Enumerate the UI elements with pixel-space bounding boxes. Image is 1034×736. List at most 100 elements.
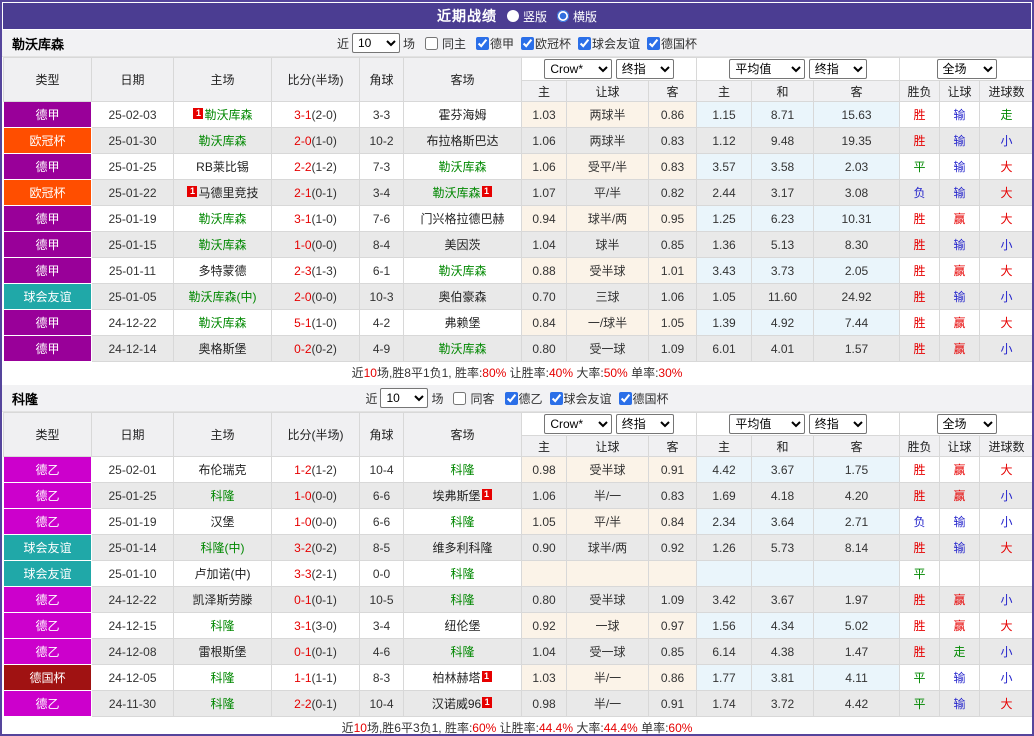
result-wdl: 平 — [900, 665, 940, 691]
radio-vertical[interactable]: 竖版 — [507, 8, 547, 25]
league-filter-checkbox[interactable] — [578, 37, 591, 50]
same-venue-label: 同客 — [470, 390, 494, 407]
home-team-cell: 勒沃库森 — [174, 206, 272, 232]
score-cell: 3-1(1-0) — [272, 206, 360, 232]
halftime-score: (0-1) — [312, 593, 337, 607]
sub-col-avg-draw: 和 — [752, 81, 814, 102]
league-badge: 欧冠杯 — [4, 128, 92, 154]
league-badge: 德乙 — [4, 483, 92, 509]
avg-home: 4.42 — [697, 457, 752, 483]
match-date: 25-01-30 — [92, 128, 174, 154]
sub-col-home-odds: 主 — [522, 436, 567, 457]
team-name: 布伦瑞克 — [198, 463, 246, 477]
corners: 0-0 — [360, 561, 404, 587]
odds-home: 0.88 — [522, 258, 567, 284]
results-table: 类型 日期 主场 比分(半场) 角球 客场 Crow* 终指 平均值 终指 — [3, 412, 1034, 717]
avg-away: 10.31 — [814, 206, 900, 232]
result-handicap: 输 — [940, 232, 980, 258]
score-cell: 1-2(1-2) — [272, 457, 360, 483]
score-cell: 0-1(0-1) — [272, 587, 360, 613]
league-filter-checkbox[interactable] — [505, 392, 518, 405]
avg-select[interactable]: 平均值 — [729, 414, 805, 434]
league-filter-label: 球会友谊 — [564, 390, 612, 407]
league-filter-checkbox[interactable] — [476, 37, 489, 50]
same-venue-checkbox[interactable] — [453, 392, 466, 405]
avg-away: 2.71 — [814, 509, 900, 535]
fulltime-score: 2-2 — [294, 697, 311, 711]
home-team-cell: 1马德里竞技 — [174, 180, 272, 206]
league-filter-checkbox[interactable] — [647, 37, 660, 50]
result-handicap: 走 — [940, 639, 980, 665]
avg-select[interactable]: 平均值 — [729, 59, 805, 79]
recent-count-select[interactable]: 10 — [352, 33, 400, 53]
league-badge: 德国杯 — [4, 665, 92, 691]
radio-vertical-icon[interactable] — [507, 10, 519, 22]
halftime-score: (3-0) — [312, 619, 337, 633]
away-team-cell: 勒沃库森1 — [404, 180, 522, 206]
avg-final-select[interactable]: 终指 — [809, 414, 867, 434]
result-goals: 大 — [980, 535, 1034, 561]
avg-draw: 3.81 — [752, 665, 814, 691]
league-filter-checkbox[interactable] — [521, 37, 534, 50]
odds-away: 0.83 — [649, 154, 697, 180]
odds-company-select[interactable]: Crow* — [544, 414, 612, 434]
home-team-cell: 卢加诺(中) — [174, 561, 272, 587]
halftime-score: (1-1) — [312, 671, 337, 685]
odds-final-select[interactable]: 终指 — [616, 414, 674, 434]
summary-segment: 场,胜8平1负1, 胜率: — [377, 366, 482, 380]
team-name: 多特蒙德 — [198, 264, 246, 278]
odds-handicap: 半/一 — [567, 483, 649, 509]
away-team-cell: 勒沃库森 — [404, 336, 522, 362]
result-handicap: 输 — [940, 509, 980, 535]
result-handicap: 输 — [940, 535, 980, 561]
odds-home: 1.07 — [522, 180, 567, 206]
avg-draw: 4.18 — [752, 483, 814, 509]
away-team-cell: 勒沃库森 — [404, 258, 522, 284]
score-cell: 1-1(1-1) — [272, 665, 360, 691]
radio-horizontal-icon[interactable] — [557, 10, 569, 22]
match-row: 德乙 24-12-08 雷根斯堡 0-1(0-1) 4-6 科隆 1.04 受一… — [4, 639, 1034, 665]
avg-home: 1.25 — [697, 206, 752, 232]
league-badge: 德乙 — [4, 639, 92, 665]
avg-draw: 5.13 — [752, 232, 814, 258]
score-cell: 3-1(2-0) — [272, 102, 360, 128]
summary-segment: 大率: — [573, 721, 604, 735]
avg-draw: 8.71 — [752, 102, 814, 128]
section-header: 科隆 近 10 场 同客 德乙球会友谊德国杯 — [2, 385, 1032, 412]
odds-home: 1.05 — [522, 509, 567, 535]
odds-handicap: 受平/半 — [567, 154, 649, 180]
result-goals: 小 — [980, 232, 1034, 258]
league-badge: 德乙 — [4, 691, 92, 717]
period-select[interactable]: 全场 — [937, 59, 997, 79]
home-team-cell: 科隆(中) — [174, 535, 272, 561]
col-header-type: 类型 — [4, 413, 92, 457]
league-filter-checkbox[interactable] — [550, 392, 563, 405]
match-date: 25-02-01 — [92, 457, 174, 483]
team-name: 勒沃库森 — [438, 342, 486, 356]
fulltime-score: 0-2 — [294, 342, 311, 356]
radio-horizontal[interactable]: 横版 — [557, 8, 597, 25]
result-wdl: 胜 — [900, 102, 940, 128]
same-venue-checkbox[interactable] — [425, 37, 438, 50]
home-team-cell: RB莱比锡 — [174, 154, 272, 180]
avg-final-select[interactable]: 终指 — [809, 59, 867, 79]
match-date: 25-01-11 — [92, 258, 174, 284]
odds-final-select[interactable]: 终指 — [616, 59, 674, 79]
avg-draw: 3.67 — [752, 457, 814, 483]
team-name: 勒沃库森 — [204, 108, 252, 122]
fulltime-score: 2-0 — [294, 134, 311, 148]
period-select[interactable]: 全场 — [937, 414, 997, 434]
home-team-cell: 凯泽斯劳滕 — [174, 587, 272, 613]
result-handicap — [940, 561, 980, 587]
match-date: 25-01-15 — [92, 232, 174, 258]
score-cell: 1-0(0-0) — [272, 509, 360, 535]
league-filter-checkbox[interactable] — [619, 392, 632, 405]
result-goals: 大 — [980, 691, 1034, 717]
score-cell: 5-1(1-0) — [272, 310, 360, 336]
recent-count-select[interactable]: 10 — [380, 388, 428, 408]
result-wdl: 胜 — [900, 310, 940, 336]
results-table: 类型 日期 主场 比分(半场) 角球 客场 Crow* 终指 平均值 终指 — [3, 57, 1034, 362]
odds-company-select[interactable]: Crow* — [544, 59, 612, 79]
near-label: 近 — [337, 35, 349, 52]
match-date: 25-01-25 — [92, 154, 174, 180]
